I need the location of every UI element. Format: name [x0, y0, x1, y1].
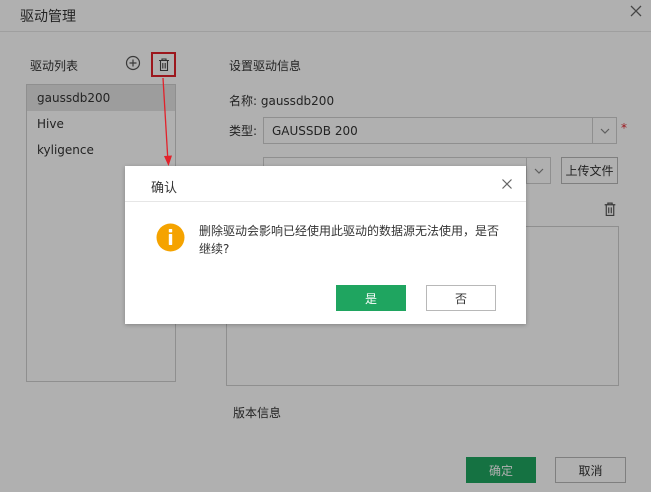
- no-button[interactable]: 否: [426, 285, 496, 311]
- warning-info-icon: [156, 223, 185, 252]
- dialog-divider: [125, 201, 526, 202]
- confirm-dialog: 确认 删除驱动会影响已经使用此驱动的数据源无法使用，是否继续? 是 否: [125, 166, 526, 324]
- dialog-message: 删除驱动会影响已经使用此驱动的数据源无法使用，是否继续?: [199, 224, 500, 256]
- yes-button[interactable]: 是: [336, 285, 406, 311]
- close-icon[interactable]: [501, 178, 513, 190]
- dialog-title: 确认: [151, 181, 178, 196]
